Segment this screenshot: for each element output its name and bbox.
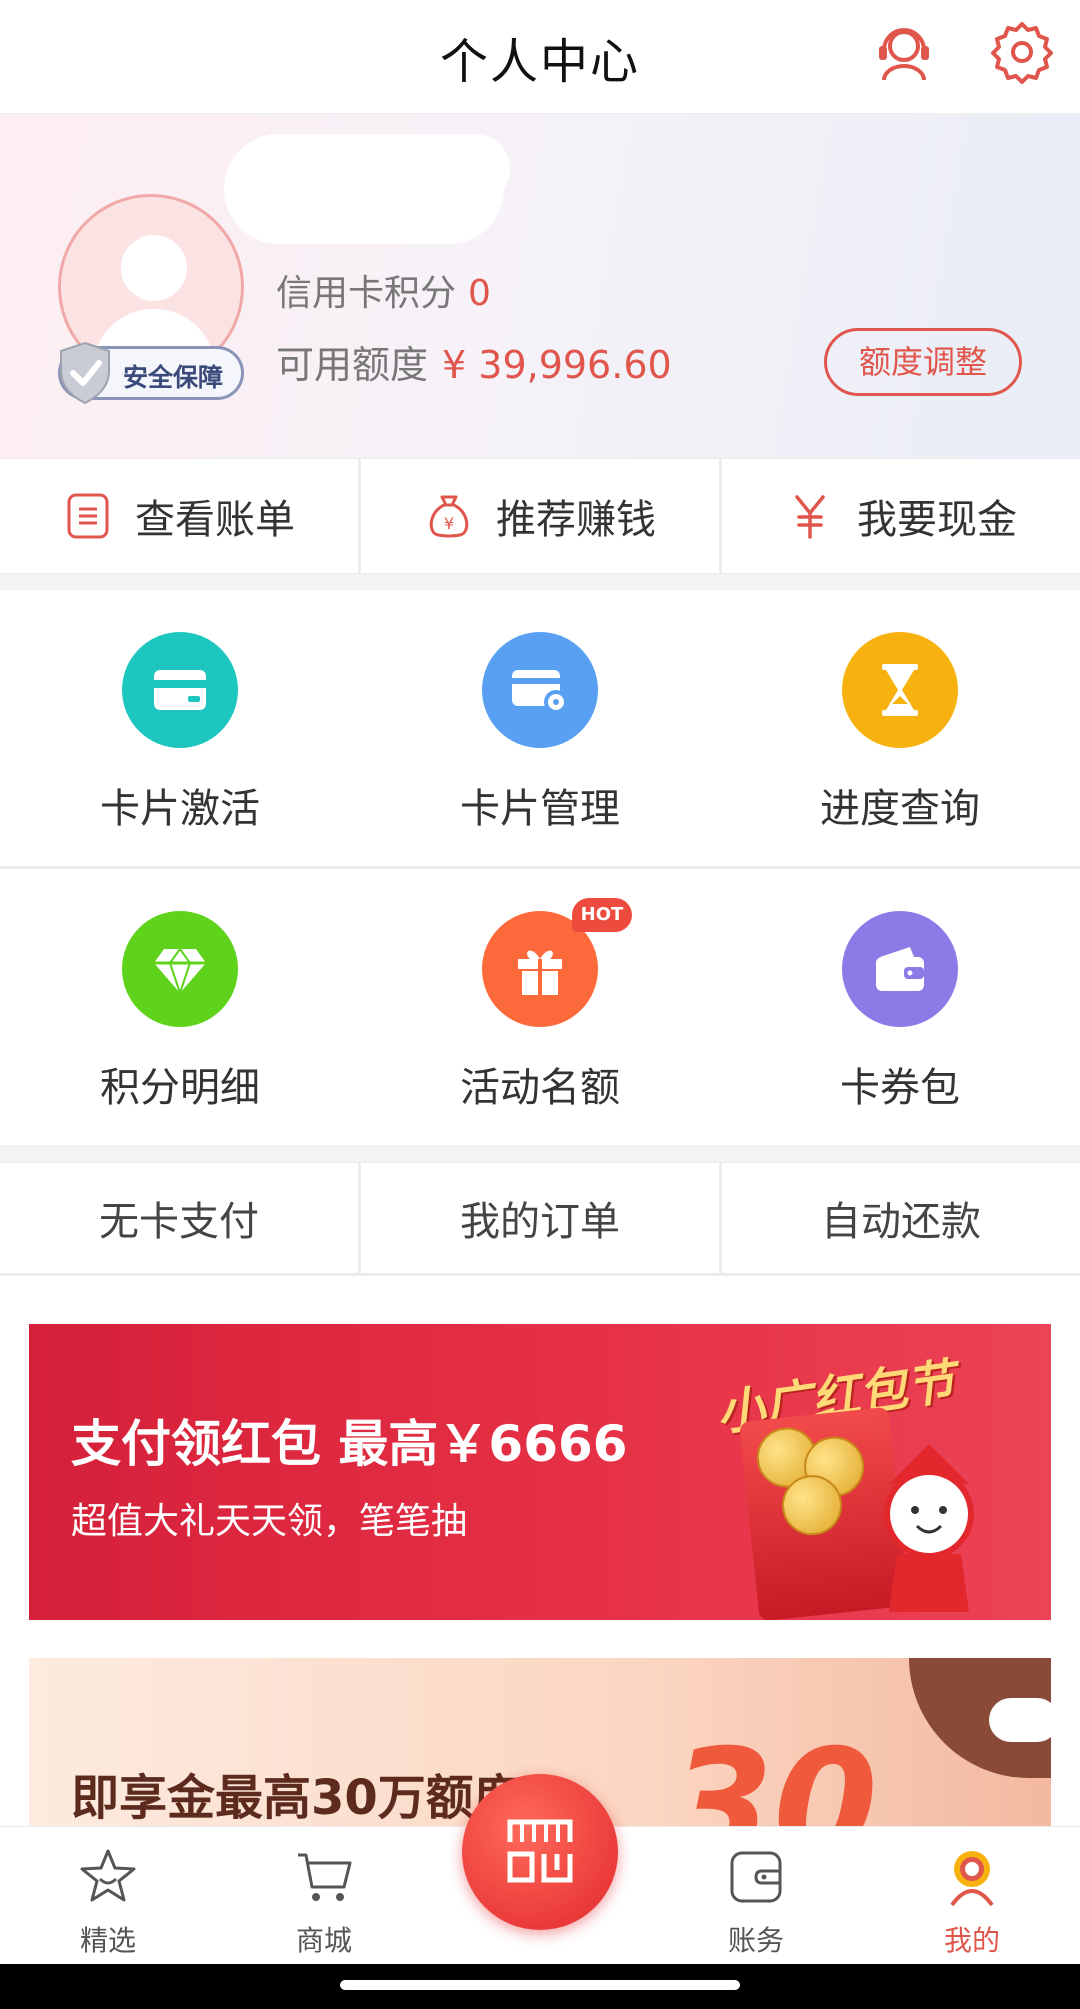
- banner-title: 即享金最高30万额度: [71, 1770, 522, 1826]
- credit-row: 可用额度 ¥ 39,996.60: [276, 334, 672, 389]
- section-gap: [0, 1145, 1080, 1162]
- grid-item-progress-query[interactable]: 进度查询: [720, 590, 1080, 866]
- red-packet-banner[interactable]: 支付领红包 最高￥6666 超值大礼天天领，笔笔抽 小广红包节: [29, 1324, 1051, 1620]
- grid-item-label: 卡片管理: [460, 786, 620, 832]
- hot-badge: HOT: [572, 898, 632, 932]
- tab-label: 精选: [79, 1924, 136, 1957]
- credit-label: 可用额度: [276, 343, 429, 387]
- grid-item-points-detail[interactable]: 积分明细: [0, 869, 360, 1145]
- link-my-orders[interactable]: 我的订单: [358, 1163, 719, 1273]
- link-auto-repayment[interactable]: 自动还款: [719, 1163, 1080, 1273]
- cart-icon: [298, 1853, 352, 1901]
- credit-value: ¥ 39,996.60: [442, 343, 672, 387]
- tab-featured[interactable]: 精选: [28, 1827, 188, 1967]
- mascot-illustration: [884, 1444, 974, 1612]
- quick-actions: 查看账单 ¥ 推荐赚钱 我要现金: [0, 458, 1080, 574]
- profile-section: 安全保障 信用卡积分 0 可用额度 ¥ 39,996.60 额度调整: [0, 114, 1080, 458]
- customer-service-icon[interactable]: [872, 20, 936, 84]
- scan-pay-button[interactable]: [462, 1774, 618, 1930]
- wallet-icon: [842, 911, 958, 1027]
- personal-center-page: 个人中心 安全保障 信用卡积分 0 可用额度 ¥ 39,996.60 额度调整 …: [0, 0, 1080, 2009]
- tab-label: 我的: [943, 1924, 1000, 1957]
- cloud-decoration: [989, 1698, 1051, 1742]
- banner-title: 支付领红包 最高￥6666: [71, 1415, 628, 1473]
- grid-item-label: 积分明细: [100, 1065, 260, 1111]
- card-settings-icon: [482, 632, 598, 748]
- avatar-head: [121, 235, 187, 301]
- security-badge[interactable]: 安全保障: [58, 341, 244, 405]
- section-gap: [0, 574, 1080, 590]
- grid-item-coupon-wallet[interactable]: 卡券包: [720, 869, 1080, 1145]
- diamond-icon: [122, 911, 238, 1027]
- quick-action-label: 查看账单: [135, 497, 295, 543]
- card-icon: [122, 632, 238, 748]
- home-indicator-bar: [0, 1964, 1080, 2009]
- redacted-username-extra: [380, 134, 510, 204]
- money-bag-icon: ¥: [429, 495, 469, 538]
- top-bar: 个人中心: [0, 0, 1080, 114]
- service-grid-row-1: 卡片激活 卡片管理 进度查询: [0, 590, 1080, 866]
- wallet-tab-icon: [730, 1851, 782, 1903]
- points-row: 信用卡积分 0: [276, 264, 491, 316]
- scan-icon: [507, 1819, 573, 1883]
- banner-subtitle: 超值大礼天天领，笔笔抽: [71, 1501, 468, 1542]
- grid-item-label: 卡券包: [840, 1065, 960, 1111]
- hourglass-icon: [842, 632, 958, 748]
- tab-label: 商城: [295, 1924, 352, 1957]
- home-indicator[interactable]: [340, 1980, 740, 1990]
- service-grid-row-2: 积分明细 活动名额 卡券包: [0, 869, 1080, 1145]
- user-tab-icon: [950, 1851, 994, 1907]
- banner-big-number: 30: [669, 1718, 878, 1828]
- yuan-icon: [795, 495, 825, 539]
- link-cardless-payment[interactable]: 无卡支付: [0, 1163, 358, 1273]
- tab-mall[interactable]: 商城: [244, 1827, 404, 1967]
- grid-item-card-management[interactable]: 卡片管理: [360, 590, 720, 866]
- text-links: 无卡支付 我的订单 自动还款: [0, 1162, 1080, 1276]
- settings-gear-icon[interactable]: [990, 20, 1054, 84]
- quick-action-cash[interactable]: 我要现金: [719, 459, 1080, 573]
- tab-label: 账务: [727, 1924, 784, 1957]
- tab-mine[interactable]: 我的: [892, 1827, 1052, 1967]
- security-label: 安全保障: [123, 363, 224, 392]
- quick-action-label: 推荐赚钱: [496, 497, 656, 543]
- quick-action-label: 我要现金: [857, 497, 1017, 543]
- grid-item-label: 进度查询: [820, 786, 980, 832]
- bill-icon: [67, 493, 109, 539]
- grid-item-card-activation[interactable]: 卡片激活: [0, 590, 360, 866]
- adjust-limit-button[interactable]: 额度调整: [824, 328, 1022, 396]
- star-icon: [80, 1849, 136, 1902]
- svg-text:¥: ¥: [444, 514, 454, 533]
- grid-item-label: 卡片激活: [100, 786, 260, 832]
- grid-item-label: 活动名额: [460, 1065, 620, 1111]
- points-value: 0: [468, 273, 491, 314]
- quick-action-view-bill[interactable]: 查看账单: [0, 459, 358, 573]
- quick-action-referral[interactable]: ¥ 推荐赚钱: [358, 459, 719, 573]
- grid-item-activity-quota[interactable]: 活动名额: [360, 869, 720, 1145]
- tab-account[interactable]: 账务: [676, 1827, 836, 1967]
- points-label: 信用卡积分: [276, 273, 457, 314]
- shield-check-icon: [60, 341, 110, 405]
